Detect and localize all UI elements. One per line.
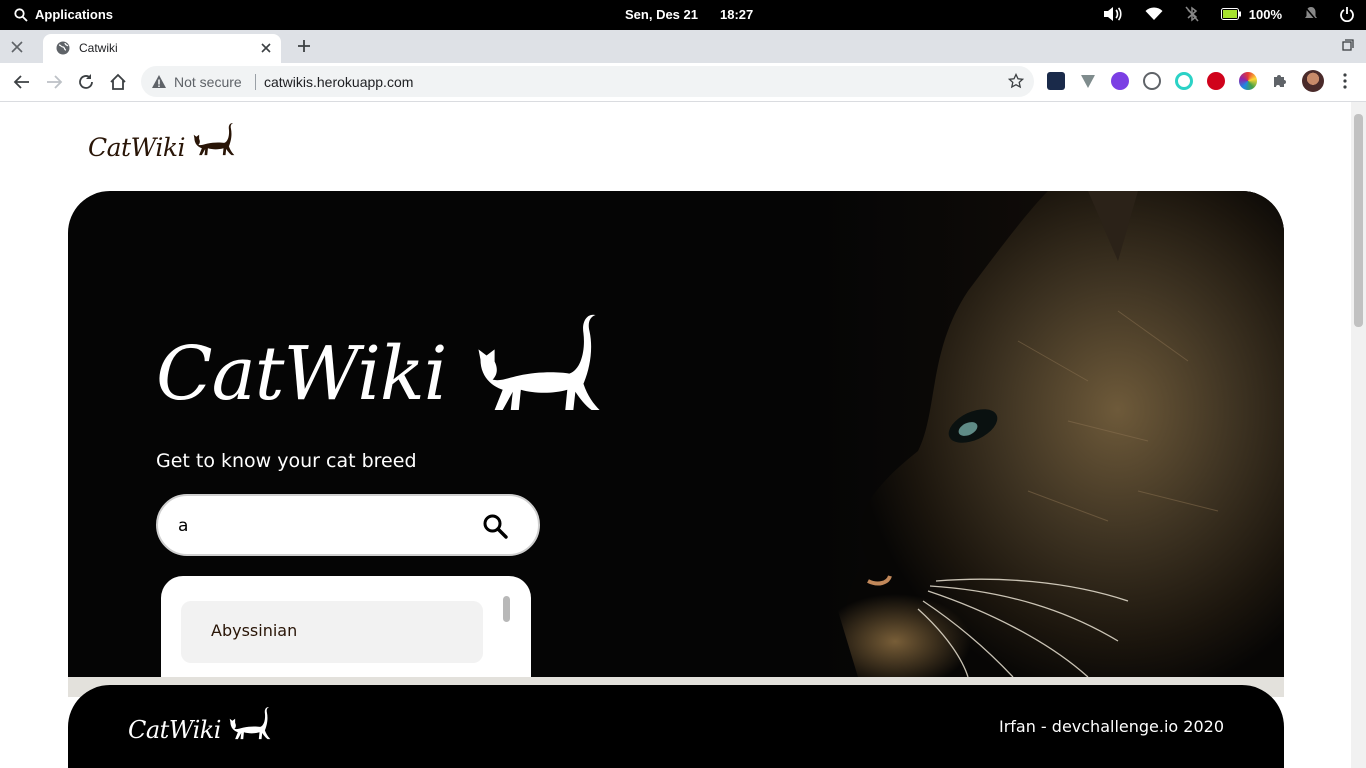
cat-portrait-photo — [668, 191, 1284, 677]
omnibox-divider — [255, 74, 256, 90]
wifi-icon[interactable] — [1145, 7, 1163, 21]
vue-extension-icon[interactable] — [1079, 72, 1097, 90]
search-icon[interactable] — [482, 513, 508, 539]
search-icon — [14, 7, 28, 22]
browser-tab-strip: Catwiki — [0, 30, 1366, 63]
warning-icon[interactable] — [151, 74, 167, 90]
reload-icon[interactable] — [77, 73, 95, 91]
restore-window-icon[interactable] — [1342, 39, 1354, 51]
notifications-off-icon[interactable] — [1304, 6, 1318, 22]
page-viewport: CatWiki CatWiki Get to know your cat bre… — [0, 102, 1366, 768]
browser-tab[interactable]: Catwiki — [43, 34, 281, 63]
os-top-bar: Applications Sen, Des 21 18:27 100% — [0, 0, 1366, 30]
url-text[interactable]: catwikis.herokuapp.com — [264, 74, 413, 90]
header-logo-text: CatWiki — [88, 133, 185, 162]
applications-menu[interactable]: Applications — [14, 7, 113, 22]
power-icon[interactable] — [1340, 6, 1354, 22]
suggestions-scrollbar[interactable] — [502, 594, 511, 677]
color-extension-icon[interactable] — [1175, 72, 1193, 90]
close-icon[interactable] — [9, 39, 25, 55]
breed-suggestions-dropdown: Abyssinian — [161, 576, 531, 677]
adblock-extension-icon[interactable] — [1207, 72, 1225, 90]
date-label: Sen, Des 21 — [625, 7, 698, 22]
clock[interactable]: Sen, Des 21 18:27 — [625, 7, 753, 22]
cat-silhouette-icon — [478, 314, 601, 410]
new-tab-icon[interactable] — [296, 38, 312, 54]
system-tray[interactable]: 100% — [1081, 6, 1354, 22]
checklist-extension-icon[interactable] — [1111, 72, 1129, 90]
cat-silhouette-icon — [229, 707, 271, 740]
tab-title: Catwiki — [79, 41, 118, 55]
battery-percent: 100% — [1248, 6, 1282, 22]
suggestions-scrollbar-thumb[interactable] — [503, 596, 510, 622]
code-extension-icon[interactable] — [1143, 72, 1161, 90]
colorpicker-extension-icon[interactable] — [1239, 72, 1257, 90]
profile-avatar[interactable] — [1302, 70, 1324, 92]
react-devtools-extension-icon[interactable] — [1047, 72, 1065, 90]
volume-icon[interactable] — [1103, 6, 1123, 22]
chrome-menu-icon[interactable] — [1336, 72, 1354, 90]
back-icon[interactable] — [13, 73, 31, 91]
footer: CatWiki Irfan - devchallenge.io 2020 — [68, 685, 1284, 768]
applications-label: Applications — [35, 7, 114, 22]
browser-toolbar: Not secure catwikis.herokuapp.com — [0, 63, 1366, 102]
time-label: 18:27 — [720, 7, 754, 22]
hero-banner: CatWiki Get to know your cat breed Abyss… — [68, 191, 1284, 677]
extensions-puzzle-icon[interactable] — [1271, 72, 1289, 90]
footer-logo[interactable]: CatWiki — [128, 705, 271, 744]
hero-tagline: Get to know your cat breed — [156, 450, 417, 472]
battery-icon[interactable]: 100% — [1220, 6, 1282, 22]
globe-icon — [56, 41, 70, 55]
breed-search-input[interactable] — [178, 513, 468, 539]
bookmark-star-icon[interactable] — [1008, 73, 1024, 89]
page-scrollbar[interactable] — [1351, 102, 1366, 768]
security-label[interactable]: Not secure — [174, 74, 242, 90]
hero-logo: CatWiki — [156, 309, 602, 415]
footer-credit: Irfan - devchallenge.io 2020 — [998, 717, 1224, 736]
suggestion-label: Abyssinian — [211, 621, 298, 640]
page-scrollbar-thumb[interactable] — [1354, 114, 1363, 327]
bluetooth-off-icon[interactable] — [1185, 6, 1199, 22]
cat-silhouette-icon — [193, 123, 235, 156]
breed-search-box[interactable] — [156, 494, 540, 556]
home-icon[interactable] — [109, 73, 127, 91]
address-bar[interactable]: Not secure catwikis.herokuapp.com — [141, 66, 1034, 97]
hero-title: CatWiki — [156, 331, 447, 417]
forward-icon[interactable] — [45, 73, 63, 91]
tab-close-icon[interactable] — [259, 41, 273, 55]
header-logo[interactable]: CatWiki — [88, 120, 235, 162]
suggestion-item[interactable]: Abyssinian — [181, 601, 483, 663]
footer-logo-text: CatWiki — [128, 716, 221, 744]
